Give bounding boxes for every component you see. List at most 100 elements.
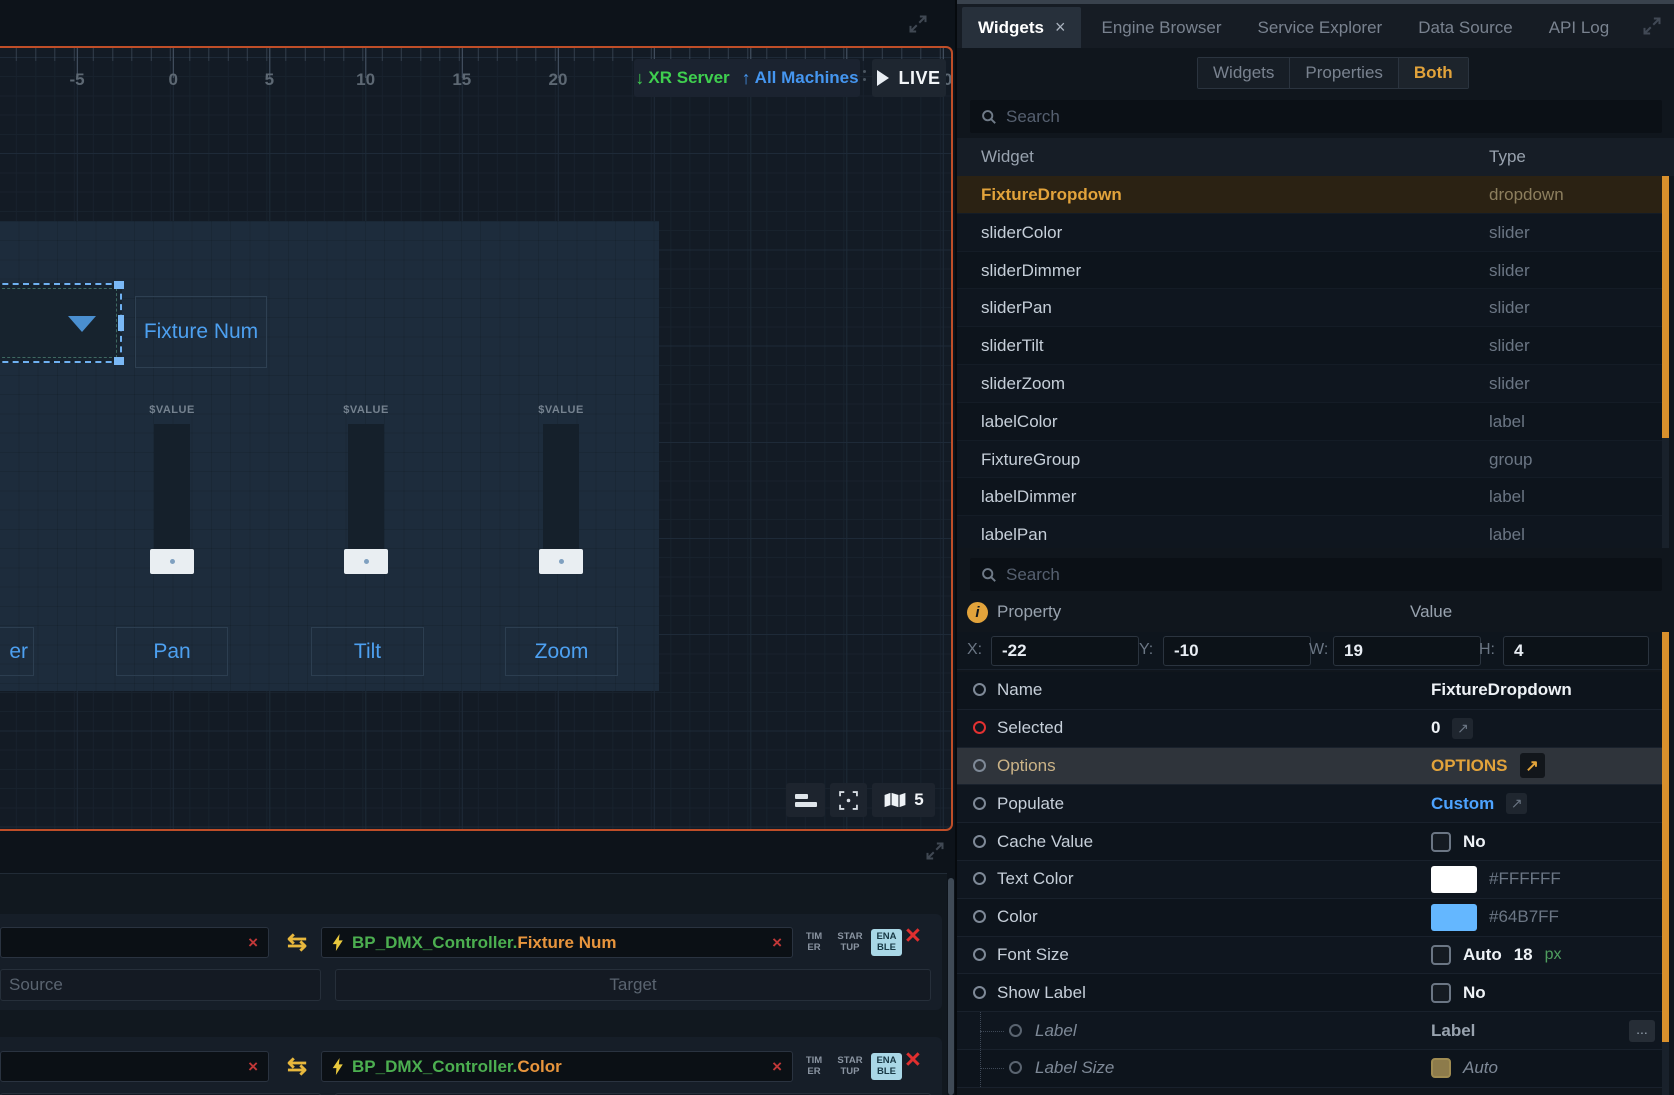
binding-target-field[interactable]: BP_DMX_Controller.Fixture Num × xyxy=(321,927,793,958)
widget-row-labelcolor[interactable]: labelColorlabel xyxy=(957,403,1669,441)
view-tab-properties[interactable]: Properties xyxy=(1289,58,1397,88)
open-editor-icon[interactable]: ↗ xyxy=(1452,718,1473,739)
property-row-font-size[interactable]: Font SizeAuto18px xyxy=(957,937,1669,975)
binding-source-field[interactable]: × xyxy=(0,1051,269,1082)
property-row-text-color[interactable]: Text Color#FFFFFF xyxy=(957,861,1669,899)
widget-row-labeldimmer[interactable]: labelDimmerlabel xyxy=(957,478,1669,516)
panel-expand-icon[interactable] xyxy=(1642,16,1662,36)
property-state-icon[interactable] xyxy=(973,910,986,923)
property-row-populate[interactable]: PopulateCustom↗ xyxy=(957,785,1669,823)
slider-handle[interactable] xyxy=(150,549,194,574)
property-state-icon[interactable] xyxy=(973,835,986,848)
canvas-expand-icon[interactable] xyxy=(908,14,928,34)
bindings-expand-icon[interactable] xyxy=(925,841,945,861)
color-swatch[interactable] xyxy=(1431,866,1477,893)
checkbox[interactable] xyxy=(1431,1058,1451,1078)
swap-direction-icon[interactable]: ⇆ xyxy=(282,927,312,958)
property-state-icon[interactable] xyxy=(973,986,986,999)
label-widget-zoom[interactable]: Zoom xyxy=(505,627,618,676)
binding-target-field[interactable]: BP_DMX_Controller.Color × xyxy=(321,1051,793,1082)
fit-view-button[interactable] xyxy=(830,783,867,817)
label-widget-tilt[interactable]: Tilt xyxy=(311,627,424,676)
h-input[interactable] xyxy=(1503,636,1649,666)
property-row-options[interactable]: OptionsOPTIONS↗ xyxy=(957,748,1669,786)
clear-source-icon[interactable]: × xyxy=(248,1058,258,1075)
widget-row-sliderdimmer[interactable]: sliderDimmerslider xyxy=(957,252,1669,290)
y-input[interactable] xyxy=(1163,636,1311,666)
target-input[interactable]: Target xyxy=(335,969,931,1001)
fixture-dropdown-widget[interactable] xyxy=(0,283,122,363)
widget-row-fixturegroup[interactable]: FixtureGroupgroup xyxy=(957,441,1669,479)
slider-handle[interactable] xyxy=(344,549,388,574)
property-search[interactable] xyxy=(970,558,1662,591)
open-editor-icon[interactable]: ↗ xyxy=(1506,793,1527,814)
property-search-input[interactable] xyxy=(1006,565,1606,585)
clear-target-icon[interactable]: × xyxy=(772,934,782,951)
minimap-button[interactable]: 5 xyxy=(872,783,935,817)
widget-search[interactable] xyxy=(970,100,1662,133)
startup-toggle[interactable]: STARTUP xyxy=(833,932,867,953)
property-row-selected[interactable]: Selected0↗ xyxy=(957,710,1669,748)
tab-engine-browser[interactable]: Engine Browser xyxy=(1085,7,1237,48)
property-state-icon[interactable] xyxy=(973,721,986,734)
clear-source-icon[interactable]: × xyxy=(248,934,258,951)
layout-bars-button[interactable] xyxy=(786,783,825,817)
selection-handle[interactable] xyxy=(114,281,124,289)
property-state-icon[interactable] xyxy=(1009,1061,1022,1074)
view-tab-both[interactable]: Both xyxy=(1398,58,1468,88)
widget-row-sliderpan[interactable]: sliderPanslider xyxy=(957,289,1669,327)
layout-canvas[interactable]: -50510152025303540 Fixture Num $VALUE$VA… xyxy=(0,46,953,831)
tab-api-log[interactable]: API Log xyxy=(1533,7,1626,48)
x-input[interactable] xyxy=(991,636,1139,666)
info-icon[interactable]: i xyxy=(967,602,988,623)
timer-toggle[interactable]: TIMER xyxy=(797,1056,831,1077)
tab-data-source[interactable]: Data Source xyxy=(1402,7,1529,48)
close-icon[interactable]: × xyxy=(1055,17,1066,38)
checkbox[interactable] xyxy=(1431,832,1451,852)
property-state-icon[interactable] xyxy=(973,759,986,772)
binding-source-field[interactable]: × xyxy=(0,927,269,958)
fixture-num-label-widget[interactable]: Fixture Num xyxy=(135,296,267,368)
widget-row-fixturedropdown[interactable]: FixtureDropdowndropdown xyxy=(957,176,1669,214)
open-editor-icon[interactable]: ↗ xyxy=(1520,753,1545,778)
property-row-name[interactable]: NameFixtureDropdown xyxy=(957,672,1669,710)
checkbox[interactable] xyxy=(1431,945,1451,965)
property-state-icon[interactable] xyxy=(973,872,986,885)
color-swatch[interactable] xyxy=(1431,904,1477,931)
widget-row-slidercolor[interactable]: sliderColorslider xyxy=(957,214,1669,252)
delete-binding-button[interactable]: × xyxy=(905,922,921,949)
label-widget-er[interactable]: er xyxy=(0,627,34,676)
live-button[interactable]: LIVE xyxy=(872,59,946,97)
widget-row-sliderzoom[interactable]: sliderZoomslider xyxy=(957,365,1669,403)
property-row-show-label[interactable]: Show LabelNo xyxy=(957,974,1669,1012)
clear-target-icon[interactable]: × xyxy=(772,1058,782,1075)
selection-handle[interactable] xyxy=(118,315,124,331)
more-options-button[interactable]: ... xyxy=(1629,1020,1655,1042)
widget-list-scrollbar[interactable] xyxy=(1662,176,1669,548)
property-row-label[interactable]: ...LabelLabel xyxy=(957,1012,1669,1050)
property-row-cache-value[interactable]: Cache ValueNo xyxy=(957,823,1669,861)
scrollbar-thumb[interactable] xyxy=(1662,632,1669,1042)
selection-handle[interactable] xyxy=(114,357,124,365)
widget-search-input[interactable] xyxy=(1006,107,1606,127)
tab-widgets[interactable]: Widgets× xyxy=(962,7,1081,48)
property-state-icon[interactable] xyxy=(973,683,986,696)
drag-handle-dots[interactable] xyxy=(863,70,866,86)
fixture-group-widget[interactable]: Fixture Num $VALUE$VALUE$VALUE erPanTilt… xyxy=(0,221,659,691)
startup-toggle[interactable]: STARTUP xyxy=(833,1056,867,1077)
widget-row-slidertilt[interactable]: sliderTiltslider xyxy=(957,327,1669,365)
label-widget-pan[interactable]: Pan xyxy=(116,627,228,676)
property-state-icon[interactable] xyxy=(973,948,986,961)
property-row-color[interactable]: Color#64B7FF xyxy=(957,899,1669,937)
view-tab-widgets[interactable]: Widgets xyxy=(1198,58,1289,88)
machine-status-box[interactable]: ↓ XR Server ↑ All Machines xyxy=(634,59,860,97)
checkbox[interactable] xyxy=(1431,983,1451,1003)
tab-service-explorer[interactable]: Service Explorer xyxy=(1242,7,1399,48)
enable-toggle[interactable]: ENABLE xyxy=(871,1053,902,1080)
swap-direction-icon[interactable]: ⇆ xyxy=(282,1051,312,1082)
property-row-label-size[interactable]: Label SizeAuto xyxy=(957,1050,1669,1088)
property-state-icon[interactable] xyxy=(1009,1024,1022,1037)
delete-binding-button[interactable]: × xyxy=(905,1046,921,1073)
timer-toggle[interactable]: TIMER xyxy=(797,932,831,953)
slider-handle[interactable] xyxy=(539,549,583,574)
